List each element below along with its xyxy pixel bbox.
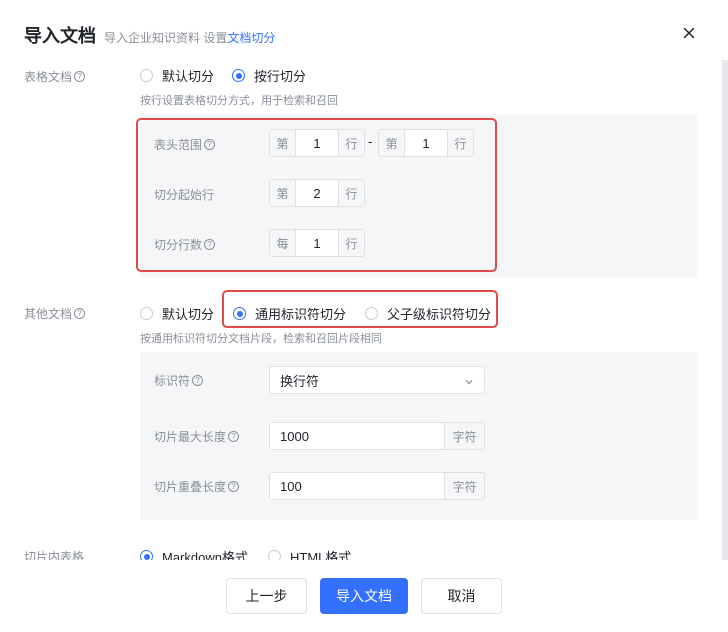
other-docs-radio-general-identifier[interactable]: 通用标识符切分 [233,304,346,323]
suffix-addon: 行 [338,180,364,206]
chevron-down-icon [464,375,474,385]
start-row-input[interactable] [296,180,338,206]
cancel-button[interactable]: 取消 [421,578,502,614]
identifier-select-value: 换行符 [280,373,320,389]
range-separator: - [368,134,373,149]
table-split-panel: 表头范围 ? 第 行 - 第 行 切分起始行 第 行 [140,114,698,278]
help-icon[interactable]: ? [74,308,86,319]
radio-icon [140,307,153,320]
table-docs-label-text: 表格文档 [24,70,73,84]
unit-addon: 字符 [444,473,484,499]
radio-icon [365,307,378,320]
overlap-length-label: 切片重叠长度 ? [154,478,240,495]
row-count-input[interactable] [296,230,338,256]
other-docs-label-text: 其他文档 [24,307,73,321]
suffix-addon: 行 [338,230,364,256]
start-row-label-text: 切分起始行 [154,188,215,202]
other-docs-radio-default[interactable]: 默认切分 [140,304,214,323]
max-length-input[interactable] [270,423,444,449]
scrollbar[interactable] [722,60,728,560]
slice-table-label: 切片内表格 [24,548,84,560]
start-row-group: 第 行 [269,179,365,207]
help-icon[interactable]: ? [74,71,86,82]
overlap-length-field: 字符 [269,472,485,500]
radio-label: 通用标识符切分 [255,307,347,322]
prefix-addon: 第 [270,180,296,206]
help-icon[interactable]: ? [204,139,216,150]
slice-table-radio-html[interactable]: HTML格式 [268,547,351,560]
header-range-from: 第 行 [269,129,365,157]
table-docs-radio-default[interactable]: 默认切分 [140,66,214,85]
radio-label: Markdown格式 [162,550,248,560]
start-row-label: 切分起始行 [154,186,214,203]
max-length-label-text: 切片最大长度 [154,430,227,444]
table-docs-label: 表格文档 ? [24,68,86,85]
suffix-addon: 行 [338,130,364,156]
help-icon[interactable]: ? [228,431,240,442]
radio-checked-icon [140,550,153,560]
row-count-group: 每 行 [269,229,365,257]
identifier-split-panel: 标识符 ? 换行符 切片最大长度 ? 字符 切片重叠长度 ? [140,352,698,520]
radio-label: HTML格式 [290,550,352,560]
header-range-to-input[interactable] [405,130,447,156]
import-document-button[interactable]: 导入文档 [320,578,408,614]
help-icon[interactable]: ? [192,375,204,386]
header-range-label-text: 表头范围 [154,138,203,152]
slice-table-radio-markdown[interactable]: Markdown格式 [140,547,248,560]
dialog-title: 导入文档 [24,26,96,46]
radio-label: 默认切分 [162,307,215,322]
suffix-addon: 行 [447,130,473,156]
dialog-footer: 上一步 导入文档 取消 [0,560,728,632]
other-docs-radio-parent-child[interactable]: 父子级标识符切分 [365,304,491,323]
table-docs-radio-by-row[interactable]: 按行切分 [232,66,306,85]
unit-addon: 字符 [444,423,484,449]
identifier-select[interactable]: 换行符 [269,366,485,394]
subtitle-link: 文档切分 [227,31,276,45]
prefix-addon: 每 [270,230,296,256]
radio-icon [140,69,153,82]
dialog-subtitle: 导入企业知识资料 设置 [104,31,228,45]
dialog-header: 导入文档 导入企业知识资料 设置 文档切分 [24,22,275,48]
other-docs-hint: 按通用标识符切分文档片段，检索和召回片段相同 [140,333,382,345]
identifier-label-text: 标识符 [154,374,191,388]
row-count-label: 切分行数 ? [154,236,216,253]
radio-label: 父子级标识符切分 [387,307,492,322]
radio-label: 按行切分 [254,69,307,84]
overlap-length-input[interactable] [270,473,444,499]
dialog-body[interactable]: 表格文档 ? 默认切分 按行切分 按行设置表格切分方式，用于检索和召回 表头范围… [0,60,728,560]
other-docs-label: 其他文档 ? [24,305,86,322]
prefix-addon: 第 [270,130,296,156]
max-length-field: 字符 [269,422,485,450]
overlap-length-label-text: 切片重叠长度 [154,480,227,494]
max-length-label: 切片最大长度 ? [154,428,240,445]
radio-checked-icon [233,307,246,320]
row-count-label-text: 切分行数 [154,238,203,252]
radio-label: 默认切分 [162,69,215,84]
help-icon[interactable]: ? [204,239,216,250]
header-range-from-input[interactable] [296,130,338,156]
radio-checked-icon [232,69,245,82]
header-range-to: 第 行 [378,129,474,157]
radio-icon [268,550,281,560]
slice-table-label-text: 切片内表格 [24,550,85,560]
help-icon[interactable]: ? [228,481,240,492]
header-range-label: 表头范围 ? [154,136,216,153]
import-document-dialog: 导入文档 导入企业知识资料 设置 文档切分 表格文档 ? 默认切分 按行切分 按… [0,0,728,632]
prefix-addon: 第 [379,130,405,156]
identifier-label: 标识符 ? [154,372,204,389]
prev-step-button[interactable]: 上一步 [226,578,307,614]
table-docs-hint: 按行设置表格切分方式，用于检索和召回 [140,95,338,107]
close-icon[interactable] [680,24,698,42]
